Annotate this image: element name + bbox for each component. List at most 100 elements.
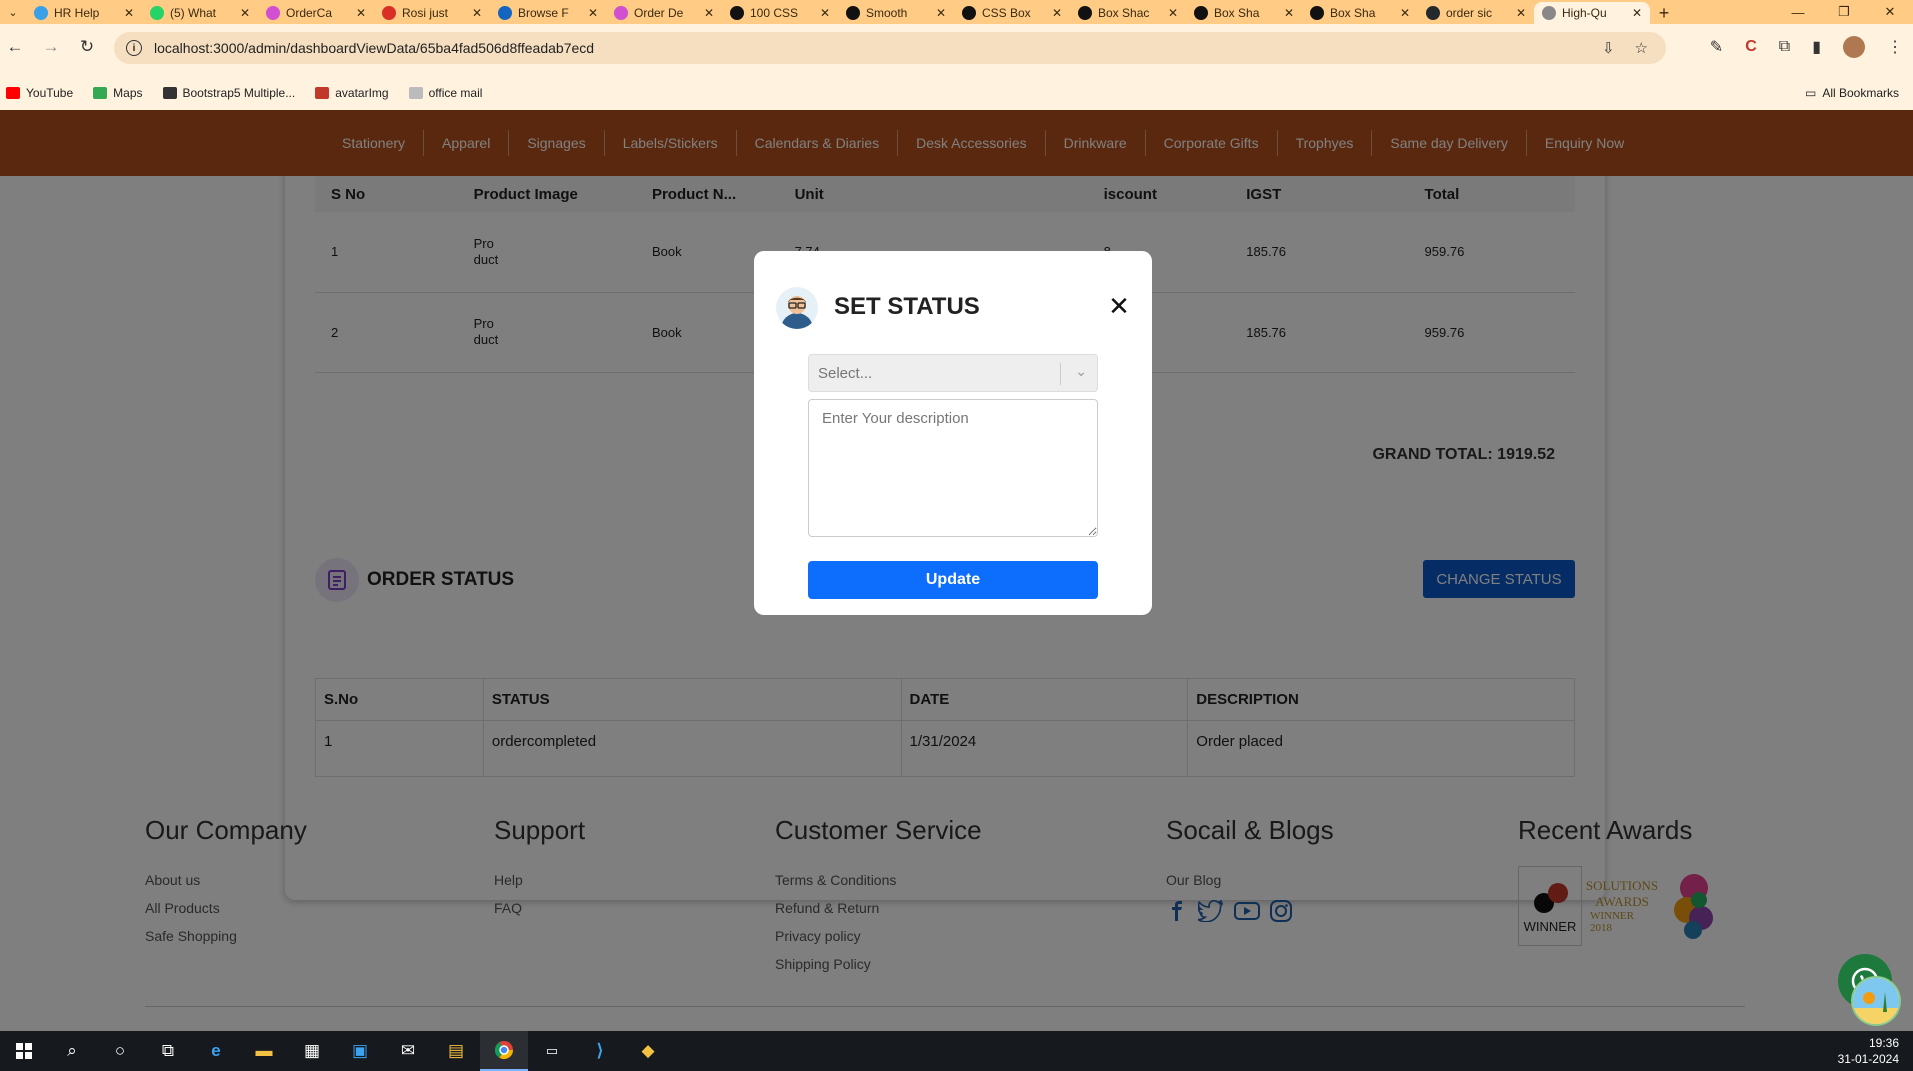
nav-link[interactable]: Corporate Gifts	[1146, 130, 1278, 156]
vscode-icon[interactable]: ⟩	[576, 1031, 624, 1071]
restore-icon[interactable]: ❐	[1821, 0, 1867, 24]
browser-tab[interactable]: 100 CSS ✕	[722, 2, 838, 24]
bookmark-item[interactable]: office mail	[408, 86, 482, 100]
task-view-icon[interactable]: ⧉	[144, 1031, 192, 1071]
new-tab-button[interactable]: +	[1650, 2, 1678, 24]
mail-icon[interactable]: ✉	[384, 1031, 432, 1071]
menu-dots-icon[interactable]: ⋮	[1887, 37, 1903, 57]
chat-widget-avatar[interactable]	[1851, 976, 1901, 1026]
address-toolbar: ← → ↻ i localhost:3000/admin/dashboardVi…	[0, 24, 1913, 84]
tab-title: CSS Box	[982, 6, 1031, 20]
browser-tab[interactable]: Box Sha ✕	[1302, 2, 1418, 24]
tab-title: Order De	[634, 6, 684, 20]
nav-link[interactable]: Labels/Stickers	[605, 130, 737, 156]
extensions-puzzle-icon[interactable]: ⧉	[1779, 38, 1790, 56]
tab-close-icon[interactable]: ✕	[124, 6, 134, 20]
tab-title: Box Sha	[1330, 6, 1376, 20]
tab-close-icon[interactable]: ✕	[1632, 6, 1642, 20]
browser-tab[interactable]: order sic ✕	[1418, 2, 1534, 24]
status-select[interactable]: Select... ⌄	[808, 354, 1098, 392]
browser-tab[interactable]: Box Sha ✕	[1186, 2, 1302, 24]
forward-icon[interactable]: →	[38, 34, 64, 60]
close-icon[interactable]: ✕	[1106, 293, 1132, 319]
nav-link[interactable]: Same day Delivery	[1372, 130, 1527, 156]
store-icon[interactable]: ▦	[288, 1031, 336, 1071]
url-field[interactable]: i localhost:3000/admin/dashboardViewData…	[114, 32, 1666, 64]
select-placeholder: Select...	[818, 364, 873, 382]
description-field[interactable]	[808, 399, 1098, 537]
order-icon	[266, 6, 280, 20]
folder-app-icon[interactable]: ▤	[432, 1031, 480, 1071]
file-explorer-icon[interactable]: ▬	[240, 1031, 288, 1071]
bookmark-star-icon[interactable]: ☆	[1635, 39, 1648, 57]
edge-icon[interactable]: e	[192, 1031, 240, 1071]
all-bookmarks[interactable]: ▭ All Bookmarks	[1805, 86, 1899, 100]
extension-c-icon[interactable]: C	[1745, 38, 1757, 56]
bookmark-item[interactable]: Bootstrap5 Multiple...	[162, 86, 295, 100]
close-window-icon[interactable]: ✕	[1867, 0, 1913, 24]
tab-close-icon[interactable]: ✕	[936, 6, 946, 20]
profile-avatar[interactable]	[1843, 36, 1865, 58]
app-blue-icon[interactable]: ▣	[336, 1031, 384, 1071]
browser-tab[interactable]: Order De ✕	[606, 2, 722, 24]
cortana-icon[interactable]: ○	[96, 1031, 144, 1071]
tab-close-icon[interactable]: ✕	[472, 6, 482, 20]
tab-close-icon[interactable]: ✕	[240, 6, 250, 20]
chrome-icon[interactable]	[480, 1031, 528, 1071]
nav-link[interactable]: Desk Accessories	[898, 130, 1046, 156]
minimize-icon[interactable]: —	[1775, 0, 1821, 24]
browser-tab[interactable]: CSS Box ✕	[954, 2, 1070, 24]
browser-tab-strip: ⌄ HR Help ✕ (5) What ✕ OrderCa ✕ Rosi just ✕ Bro…	[0, 0, 1913, 24]
bookmark-item[interactable]: Maps	[93, 86, 143, 100]
web-page: S NoProduct ImageProduct N...Unitiscount…	[0, 110, 1913, 1031]
tab-close-icon[interactable]: ✕	[1516, 6, 1526, 20]
order-icon	[614, 6, 628, 20]
browser-tab[interactable]: High-Qu ✕	[1534, 2, 1650, 24]
terminal-icon[interactable]: ▭	[528, 1031, 576, 1071]
site-info-icon[interactable]: i	[126, 40, 142, 56]
pen-extension-icon[interactable]: ✎	[1710, 37, 1723, 57]
tab-close-icon[interactable]: ✕	[356, 6, 366, 20]
code-icon	[962, 6, 976, 20]
tab-close-icon[interactable]: ✕	[1284, 6, 1294, 20]
windows-taskbar: ⌕ ○ ⧉ e ▬ ▦ ▣ ✉ ▤ ▭ ⟩ ◆ 19:36 31-01-2024	[0, 1031, 1913, 1071]
browser-tab[interactable]: Box Shac ✕	[1070, 2, 1186, 24]
tab-close-icon[interactable]: ✕	[1168, 6, 1178, 20]
browser-tab[interactable]: Browse F ✕	[490, 2, 606, 24]
browser-tab[interactable]: Smooth ✕	[838, 2, 954, 24]
whatsapp-icon	[150, 6, 164, 20]
tab-search-chevron-icon[interactable]: ⌄	[0, 0, 26, 24]
nav-link[interactable]: Trophyes	[1278, 130, 1373, 156]
nav-link[interactable]: Calendars & Diaries	[737, 130, 899, 156]
back-icon[interactable]: ←	[2, 34, 28, 60]
browser-tab[interactable]: OrderCa ✕	[258, 2, 374, 24]
install-app-icon[interactable]: ⇩	[1602, 39, 1615, 57]
bookmark-item[interactable]: avatarImg	[315, 86, 389, 100]
update-button[interactable]: Update	[808, 561, 1098, 599]
tab-close-icon[interactable]: ✕	[1400, 6, 1410, 20]
bookmark-item[interactable]: YouTube	[6, 86, 73, 100]
git-icon[interactable]: ◆	[624, 1031, 672, 1071]
nav-link[interactable]: Apparel	[424, 130, 510, 156]
reload-icon[interactable]: ↻	[74, 34, 100, 60]
sidepanel-icon[interactable]: ▮	[1812, 37, 1821, 57]
chevron-down-icon[interactable]: ⌄	[1075, 363, 1087, 380]
browser-tab[interactable]: (5) What ✕	[142, 2, 258, 24]
tab-close-icon[interactable]: ✕	[588, 6, 598, 20]
set-status-modal: SET STATUS ✕ Select... ⌄ Update	[754, 251, 1152, 615]
nav-link[interactable]: Stationery	[324, 130, 425, 156]
browser-tab[interactable]: HR Help ✕	[26, 2, 142, 24]
modal-title: SET STATUS	[834, 293, 980, 320]
system-clock[interactable]: 19:36 31-01-2024	[1838, 1035, 1899, 1067]
nav-link[interactable]: Enquiry Now	[1527, 130, 1642, 156]
tab-close-icon[interactable]: ✕	[704, 6, 714, 20]
tab-close-icon[interactable]: ✕	[1052, 6, 1062, 20]
tab-close-icon[interactable]: ✕	[820, 6, 830, 20]
code-icon	[1310, 6, 1324, 20]
windows-start-icon[interactable]	[0, 1031, 48, 1071]
nav-link[interactable]: Drinkware	[1046, 130, 1146, 156]
search-icon[interactable]: ⌕	[48, 1031, 96, 1071]
url-text: localhost:3000/admin/dashboardViewData/6…	[154, 40, 595, 56]
browser-tab[interactable]: Rosi just ✕	[374, 2, 490, 24]
nav-link[interactable]: Signages	[509, 130, 605, 156]
